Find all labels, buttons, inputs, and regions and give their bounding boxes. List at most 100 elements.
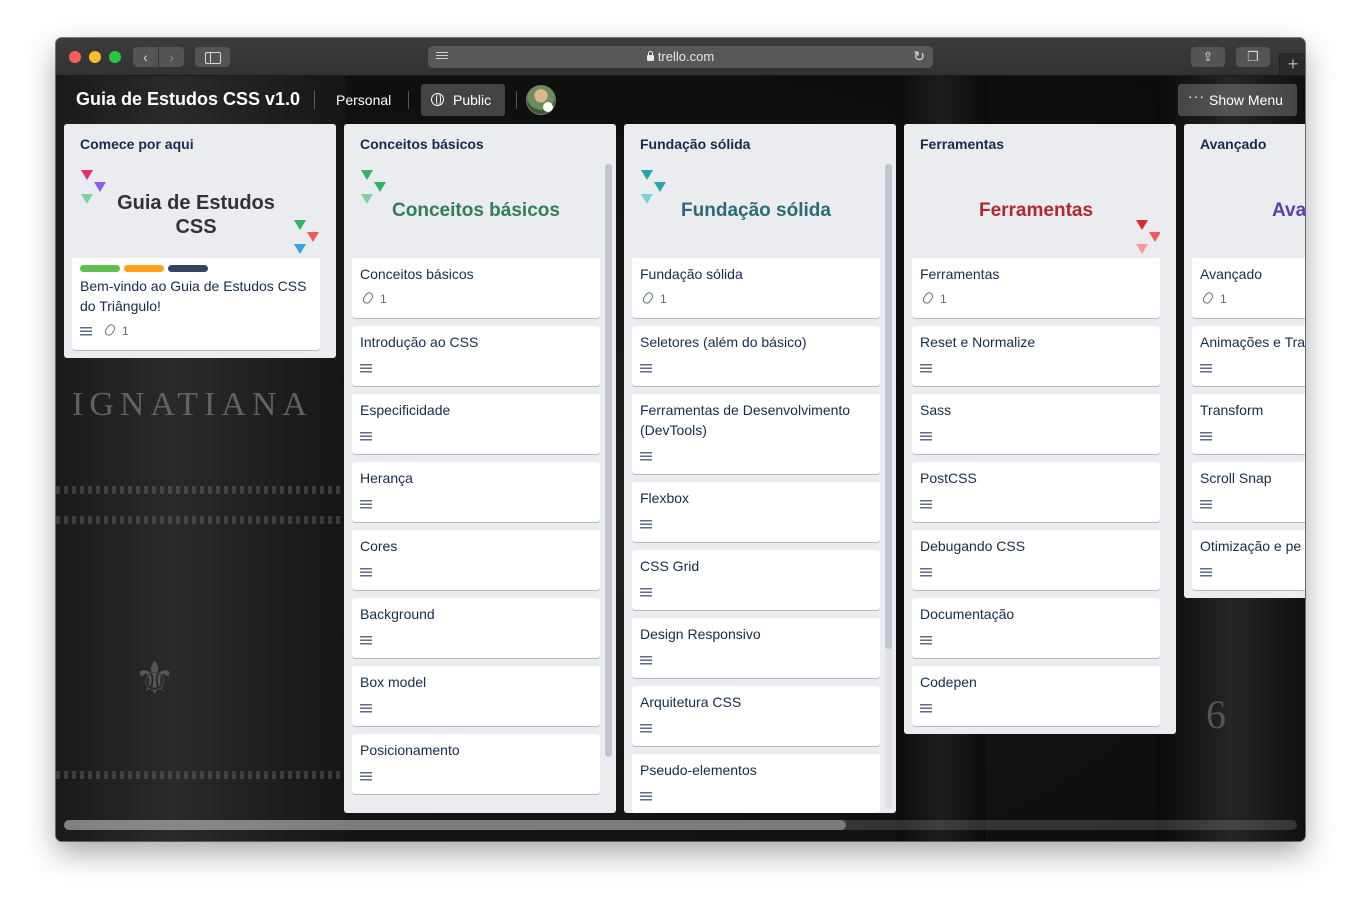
- list-card[interactable]: Transform: [1192, 394, 1305, 454]
- list-card[interactable]: Codepen: [912, 666, 1160, 726]
- card-cover-title: Ferramentas: [978, 200, 1094, 221]
- list-card[interactable]: Sass: [912, 394, 1160, 454]
- triangle-icon: [361, 170, 373, 180]
- card-title: Codepen: [920, 674, 977, 690]
- team-button[interactable]: Personal: [336, 92, 391, 108]
- list-card[interactable]: PostCSS: [912, 462, 1160, 522]
- list-card[interactable]: Otimização e pe: [1192, 530, 1305, 590]
- admin-badge-icon: [543, 102, 553, 112]
- list-card[interactable]: Design Responsivo: [632, 618, 880, 678]
- header-divider: [516, 91, 517, 109]
- list-card[interactable]: Seletores (além do básico): [632, 326, 880, 386]
- card-title: Cores: [360, 538, 398, 554]
- list-card[interactable]: Conceitos básicos Conceitos básicos 1: [352, 164, 600, 318]
- list-ferramentas: Ferramentas Ferramentas Ferramentas 1 Re…: [904, 124, 1176, 734]
- attachment-count: 1: [380, 292, 387, 306]
- triangle-icon: [1136, 220, 1148, 230]
- list-card[interactable]: Cores: [352, 530, 600, 590]
- list-scrollbar[interactable]: [605, 164, 612, 757]
- list-card[interactable]: Introdução ao CSS: [352, 326, 600, 386]
- list-card[interactable]: Especificidade: [352, 394, 600, 454]
- list-card[interactable]: Ava Avançado 1: [1192, 164, 1305, 318]
- forward-button[interactable]: ›: [159, 47, 184, 67]
- list-card[interactable]: Box model: [352, 666, 600, 726]
- description-icon: [640, 452, 652, 461]
- description-icon: [920, 432, 932, 441]
- list-title[interactable]: Conceitos básicos: [360, 136, 484, 152]
- url-text: trello.com: [657, 49, 715, 64]
- list-title[interactable]: Avançado: [1200, 136, 1266, 152]
- back-button[interactable]: ‹: [133, 47, 158, 67]
- board-horizontal-scrollbar[interactable]: [64, 820, 1297, 830]
- show-menu-button[interactable]: ··· Show Menu: [1178, 84, 1297, 116]
- list-card[interactable]: Documentação: [912, 598, 1160, 658]
- list-card[interactable]: Herança: [352, 462, 600, 522]
- description-icon: [360, 432, 372, 441]
- description-icon: [360, 636, 372, 645]
- description-icon: [920, 568, 932, 577]
- board-title[interactable]: Guia de Estudos CSS v1.0: [76, 89, 300, 110]
- lock-icon: [646, 51, 654, 61]
- description-icon: [920, 364, 932, 373]
- browser-window: ‹ › trello.com ↻ ⇪ ❐ + IGNATIANA ⚜ 6 Gui…: [56, 38, 1305, 841]
- list-card[interactable]: Scroll Snap: [1192, 462, 1305, 522]
- triangle-icon: [1136, 244, 1148, 254]
- visibility-button[interactable]: Public: [421, 84, 505, 116]
- attachment-badge: 1: [1201, 290, 1227, 306]
- globe-icon: [431, 93, 444, 106]
- list-card[interactable]: Reset e Normalize: [912, 326, 1160, 386]
- sidebar-toggle-button[interactable]: [195, 47, 230, 67]
- list-card[interactable]: Pseudo-elementos: [632, 754, 880, 813]
- description-icon: [640, 364, 652, 373]
- card-title: Fundação sólida: [640, 266, 743, 282]
- list-scrollbar-thumb[interactable]: [605, 164, 612, 757]
- list-card[interactable]: Guia de Estudos CSS Bem-vindo ao Guia de…: [72, 164, 320, 350]
- list-card[interactable]: Arquitetura CSS: [632, 686, 880, 746]
- list-card[interactable]: Background: [352, 598, 600, 658]
- list-avancado: Avançado Ava Avançado 1 Animações e Tra …: [1184, 124, 1305, 598]
- card-title: Ferramentas de Desenvolvimento (DevTools…: [640, 402, 851, 438]
- background-ornament: [56, 771, 356, 779]
- list-card[interactable]: Ferramentas Ferramentas 1: [912, 164, 1160, 318]
- list-title[interactable]: Ferramentas: [920, 136, 1004, 152]
- background-ornament: [56, 486, 356, 494]
- list-scrollbar[interactable]: [885, 164, 892, 809]
- description-icon: [640, 656, 652, 665]
- header-divider: [408, 91, 409, 109]
- card-cover-title: Fundação sólida: [681, 200, 831, 221]
- close-window-button[interactable]: [69, 51, 81, 63]
- list-title[interactable]: Comece por aqui: [80, 136, 194, 152]
- card-title: Especificidade: [360, 402, 451, 418]
- list-title[interactable]: Fundação sólida: [640, 136, 750, 152]
- description-icon: [80, 327, 92, 336]
- sidebar-icon: [204, 52, 221, 64]
- description-icon: [1200, 500, 1212, 509]
- list-card[interactable]: Flexbox: [632, 482, 880, 542]
- card-label-green[interactable]: [80, 265, 120, 272]
- list-card[interactable]: Animações e Tra: [1192, 326, 1305, 386]
- browser-titlebar: ‹ › trello.com ↻ ⇪ ❐ +: [56, 38, 1305, 76]
- list-card[interactable]: Posicionamento: [352, 734, 600, 794]
- list-card[interactable]: Fundação sólida Fundação sólida 1: [632, 164, 880, 318]
- description-icon: [360, 364, 372, 373]
- list-card[interactable]: Debugando CSS: [912, 530, 1160, 590]
- new-tab-button[interactable]: +: [1279, 53, 1305, 75]
- address-bar[interactable]: trello.com ↻: [428, 46, 933, 68]
- share-button[interactable]: ⇪: [1191, 47, 1225, 67]
- card-title: Documentação: [920, 606, 1015, 622]
- card-title: Reset e Normalize: [920, 334, 1036, 350]
- board-scrollbar-thumb[interactable]: [64, 820, 846, 830]
- tab-overview-button[interactable]: ❐: [1236, 47, 1270, 67]
- list-card[interactable]: Ferramentas de Desenvolvimento (DevTools…: [632, 394, 880, 474]
- card-title: CSS Grid: [640, 558, 700, 574]
- reload-icon[interactable]: ↻: [913, 48, 925, 65]
- minimize-window-button[interactable]: [89, 51, 101, 63]
- list-scrollbar-thumb[interactable]: [885, 164, 892, 649]
- zoom-window-button[interactable]: [109, 51, 121, 63]
- triangle-icon: [294, 220, 306, 230]
- card-label-black[interactable]: [168, 265, 208, 272]
- paperclip-icon: [921, 290, 935, 306]
- list-card[interactable]: CSS Grid: [632, 550, 880, 610]
- card-label-orange[interactable]: [124, 265, 164, 272]
- chevron-left-icon: ‹: [143, 49, 148, 65]
